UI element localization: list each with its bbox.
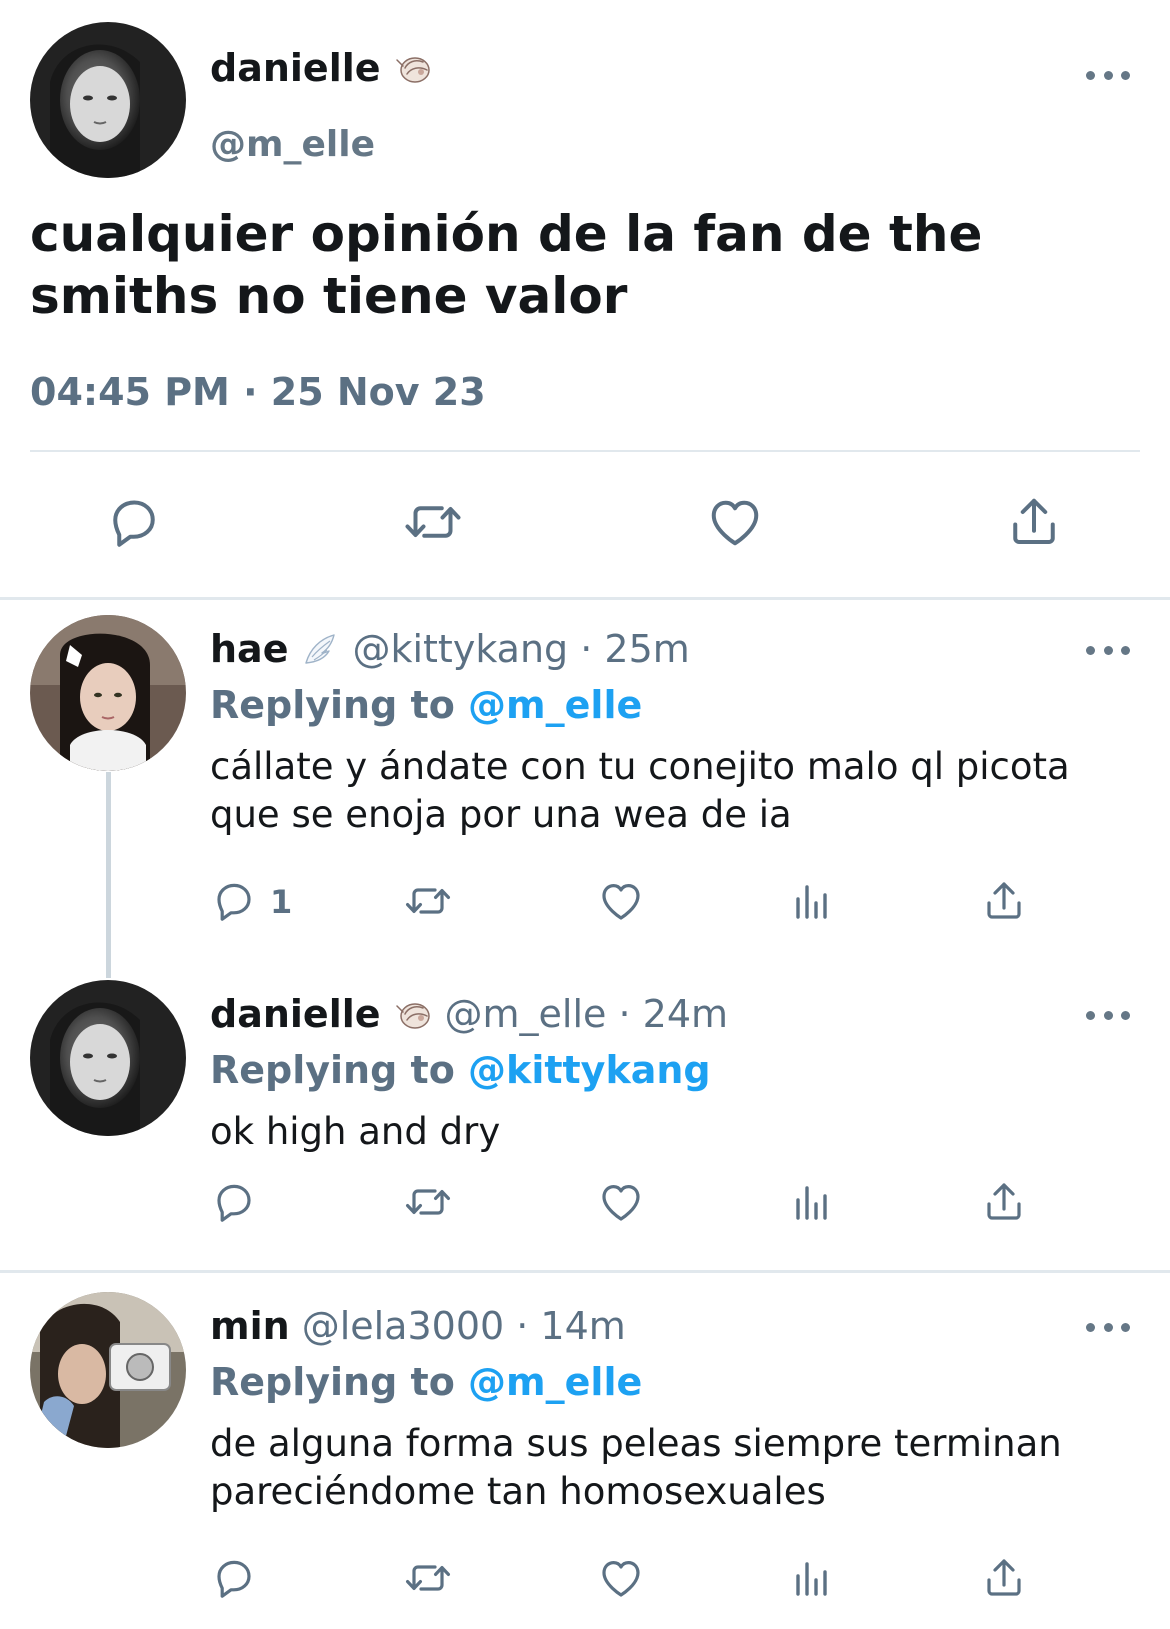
share-icon[interactable] (980, 877, 1028, 925)
replying-to: Replying to @m_elle (210, 1360, 642, 1404)
tweet-actions (0, 492, 1170, 552)
more-options-icon[interactable] (1086, 1008, 1130, 1022)
retweet-icon[interactable] (403, 492, 463, 552)
more-options-icon[interactable] (1086, 1320, 1130, 1334)
more-options-icon[interactable] (1086, 68, 1130, 82)
reply-tweet: hae @kittykang · 25m Replying to @m_elle… (0, 615, 1170, 945)
reply-count: 1 (270, 883, 293, 921)
retweet-icon[interactable] (404, 877, 452, 925)
reply-actions (0, 1178, 1170, 1228)
like-icon[interactable] (597, 877, 645, 925)
reply-text: ok high and dry (210, 1110, 501, 1153)
mention-link[interactable]: @m_elle (468, 683, 642, 727)
share-icon[interactable] (980, 1178, 1028, 1226)
tweet-text: cualquier opinión de la fan de the smith… (30, 205, 983, 325)
reply-icon[interactable] (210, 1554, 258, 1602)
spiral-shell-emoji-icon (393, 48, 433, 88)
like-icon[interactable] (597, 1178, 645, 1226)
retweet-icon[interactable] (404, 1554, 452, 1602)
share-icon[interactable] (1004, 492, 1064, 552)
more-options-icon[interactable] (1086, 643, 1130, 657)
author-name[interactable]: danielle (210, 992, 381, 1036)
wing-emoji-icon (300, 629, 340, 669)
reply-text: cállate y ándate con tu conejito malo ql… (210, 745, 1070, 836)
reply-header: danielle @m_elle · 24m (210, 992, 728, 1036)
reply-tweet: danielle @m_elle · 24m Replying to @kitt… (0, 980, 1170, 1270)
avatar[interactable] (30, 1292, 186, 1448)
replying-label: Replying to (210, 1048, 455, 1092)
author-name[interactable]: hae (210, 627, 288, 671)
mention-link[interactable]: @m_elle (468, 1360, 642, 1404)
reply-actions: 1 (0, 877, 1170, 927)
like-icon[interactable] (705, 492, 765, 552)
reply-header: min @lela3000 · 14m (210, 1304, 626, 1348)
reply-text: de alguna forma sus peleas siempre termi… (210, 1422, 1062, 1513)
author-handle[interactable]: @m_elle (210, 124, 375, 165)
reply-actions (0, 1554, 1170, 1604)
avatar[interactable] (30, 615, 186, 771)
like-icon[interactable] (597, 1554, 645, 1602)
section-divider (0, 597, 1170, 600)
author-handle-time[interactable]: @m_elle · 24m (445, 992, 729, 1036)
mention-link[interactable]: @kittykang (468, 1048, 711, 1092)
main-tweet: danielle @m_elle cualquier opinión de la… (0, 0, 1170, 597)
view-stats-icon[interactable] (788, 1178, 836, 1226)
reply-icon[interactable] (104, 492, 164, 552)
author-handle-time[interactable]: @kittykang · 25m (352, 627, 689, 671)
spiral-shell-emoji-icon (393, 994, 433, 1034)
reply-icon[interactable] (210, 877, 258, 925)
replying-to: Replying to @kittykang (210, 1048, 711, 1092)
retweet-icon[interactable] (404, 1178, 452, 1226)
author-row: danielle (210, 46, 433, 90)
reply-icon[interactable] (210, 1178, 258, 1226)
tweet-timestamp[interactable]: 04:45 PM · 25 Nov 23 (30, 370, 486, 414)
view-stats-icon[interactable] (788, 1554, 836, 1602)
avatar[interactable] (30, 22, 186, 178)
section-divider (0, 1270, 1170, 1273)
replying-label: Replying to (210, 683, 455, 727)
divider (30, 450, 1140, 452)
replying-label: Replying to (210, 1360, 455, 1404)
replying-to: Replying to @m_elle (210, 683, 642, 727)
author-name[interactable]: danielle (210, 46, 381, 90)
share-icon[interactable] (980, 1554, 1028, 1602)
author-handle-time[interactable]: @lela3000 · 14m (302, 1304, 626, 1348)
author-name[interactable]: min (210, 1304, 290, 1348)
reply-header: hae @kittykang · 25m (210, 627, 690, 671)
reply-tweet: min @lela3000 · 14m Replying to @m_elle … (0, 1292, 1170, 1629)
view-stats-icon[interactable] (788, 877, 836, 925)
avatar[interactable] (30, 980, 186, 1136)
